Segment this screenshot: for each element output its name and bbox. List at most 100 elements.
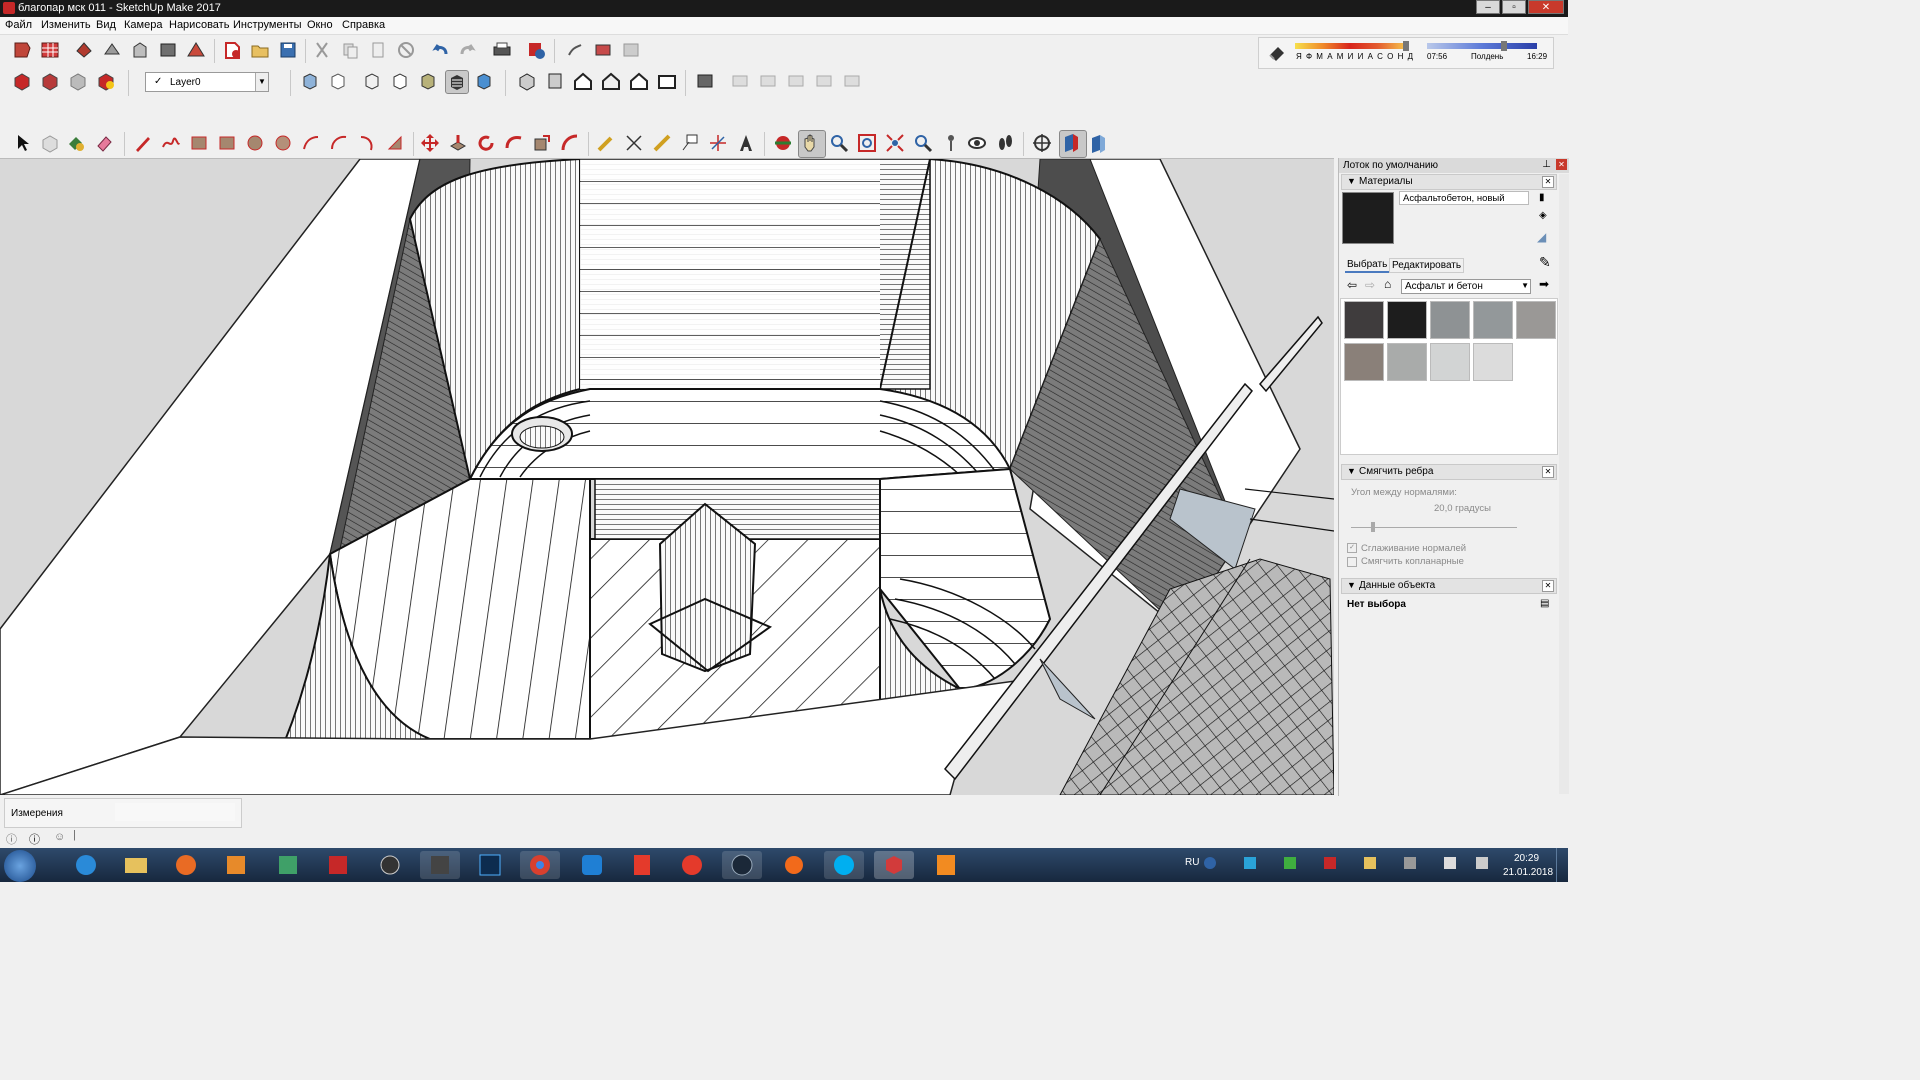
text-icon[interactable] (679, 132, 701, 154)
follow-me-tool-icon[interactable] (503, 132, 525, 154)
push-pull-icon[interactable] (101, 39, 123, 61)
menu-tools[interactable]: Инструменты (233, 19, 302, 31)
month-slider-track[interactable] (1295, 43, 1405, 49)
section-plane-tool-icon[interactable] (1031, 132, 1053, 154)
tab-select[interactable]: Выбрать (1345, 258, 1390, 273)
position-camera-icon[interactable] (940, 132, 962, 154)
soften-close-icon[interactable]: ✕ (1542, 466, 1554, 478)
soften-coplanar-checkbox[interactable] (1347, 557, 1357, 567)
chevron-down-icon[interactable]: ▼ (255, 73, 268, 91)
home-icon[interactable]: ⌂ (1384, 277, 1391, 291)
freehand-icon[interactable] (160, 132, 182, 154)
eraser-icon[interactable] (93, 132, 115, 154)
close-button[interactable]: ✕ (1528, 0, 1564, 14)
forward-arrow-icon[interactable]: ⇨ (1365, 278, 1375, 292)
acrobat-icon[interactable] (318, 851, 358, 879)
hidden-line-icon[interactable] (389, 70, 411, 92)
entity-info-section-header[interactable]: ▼ Данные объекта ✕ (1341, 578, 1557, 594)
make-component-icon[interactable] (39, 39, 61, 61)
pie-icon[interactable] (384, 132, 406, 154)
material-library-dropdown[interactable]: Асфальт и бетон ▼ (1401, 279, 1531, 294)
material-swatch[interactable] (1387, 301, 1427, 339)
geo-location-icon[interactable]: ⓘ (6, 831, 17, 847)
material-swatch[interactable] (1344, 343, 1384, 381)
shaded-textures-icon[interactable] (445, 70, 469, 94)
volume-icon[interactable] (1476, 857, 1488, 869)
offset-icon[interactable] (157, 39, 179, 61)
material-swatch[interactable] (1430, 301, 1470, 339)
tray-scrollbar[interactable] (1559, 174, 1569, 794)
paint-icon[interactable] (65, 132, 87, 154)
origin-icon[interactable] (774, 851, 814, 879)
eyedropper-icon[interactable]: ✎ (1539, 254, 1551, 271)
paint-bucket-icon[interactable] (73, 39, 95, 61)
section-plane-icon[interactable] (694, 70, 716, 92)
sign-in-icon[interactable]: ☺ (54, 831, 65, 843)
copy-icon[interactable] (339, 39, 361, 61)
right-view-icon[interactable] (600, 70, 622, 92)
maximize-button[interactable]: ▫ (1502, 0, 1526, 14)
layer-dropdown[interactable]: ✓ Layer0 ▼ (145, 72, 269, 92)
paste-icon[interactable] (367, 39, 389, 61)
zoom-window-icon[interactable] (856, 132, 878, 154)
file-explorer-icon[interactable] (116, 851, 156, 879)
pencil-icon[interactable] (132, 132, 154, 154)
monochrome-icon[interactable] (473, 70, 495, 92)
clock-time[interactable]: 20:29 (1514, 853, 1539, 864)
getting-started-icon[interactable] (11, 39, 33, 61)
menu-view[interactable]: Вид (96, 19, 116, 31)
materials-close-icon[interactable]: ✕ (1542, 176, 1554, 188)
dimension-icon[interactable] (623, 132, 645, 154)
display-section-planes-icon[interactable] (1059, 130, 1087, 158)
two-point-arc-icon[interactable] (328, 132, 350, 154)
angle-slider-track[interactable] (1351, 527, 1517, 528)
pan-icon[interactable] (798, 130, 826, 158)
minimize-button[interactable]: – (1476, 0, 1500, 14)
app-g-icon[interactable] (370, 851, 410, 879)
menu-help[interactable]: Справка (342, 19, 385, 31)
sample-paint-icon[interactable]: ◢ (1537, 230, 1546, 244)
firefox-icon[interactable] (166, 851, 206, 879)
back-view-icon[interactable] (628, 70, 650, 92)
warehouse-icon[interactable] (564, 39, 586, 61)
tray-close-icon[interactable]: ✕ (1556, 159, 1567, 170)
three-point-arc-icon[interactable] (356, 132, 378, 154)
material-swatch[interactable] (1473, 301, 1513, 339)
polygon-icon[interactable] (272, 132, 294, 154)
zoom-extents-icon[interactable] (884, 132, 906, 154)
protractor-icon[interactable] (651, 132, 673, 154)
material-swatch[interactable] (1516, 301, 1556, 339)
autocad-icon[interactable] (268, 851, 308, 879)
material-swatch[interactable] (1344, 301, 1384, 339)
select-icon[interactable] (11, 132, 33, 154)
orbit-icon[interactable] (772, 132, 794, 154)
back-arrow-icon[interactable]: ⇦ (1347, 278, 1357, 292)
menu-file[interactable]: Файл (5, 19, 32, 31)
sketchup-task-icon[interactable] (874, 851, 914, 879)
media-player-icon[interactable] (216, 851, 256, 879)
clock-date[interactable]: 21.01.2018 (1503, 867, 1553, 878)
open-file-icon[interactable] (249, 39, 271, 61)
smooth-normals-checkbox[interactable]: ✓ (1347, 543, 1357, 553)
help-icon[interactable] (1204, 857, 1216, 869)
tray-app-icon[interactable] (1364, 857, 1376, 869)
materials-section-header[interactable]: ▼ Материалы ✕ (1341, 174, 1557, 190)
walk-icon[interactable] (994, 132, 1016, 154)
network-icon[interactable] (1404, 857, 1416, 869)
iso-view-icon[interactable] (516, 70, 538, 92)
push-pull-tool-icon[interactable] (447, 132, 469, 154)
time-slider-thumb[interactable] (1501, 41, 1507, 51)
shaded-icon[interactable] (417, 70, 439, 92)
scale-icon[interactable] (531, 132, 553, 154)
measurements-input[interactable] (115, 803, 235, 821)
soften-edges-section-header[interactable]: ▼ Смягчить ребра ✕ (1341, 464, 1557, 480)
time-slider-track[interactable] (1427, 43, 1537, 49)
solid-trim-icon[interactable] (785, 70, 807, 92)
new-file-icon[interactable] (221, 39, 243, 61)
zoom-icon[interactable] (828, 132, 850, 154)
erase-icon[interactable] (395, 39, 417, 61)
tray-app-icon[interactable] (1324, 857, 1336, 869)
save-icon[interactable] (277, 39, 299, 61)
internet-explorer-icon[interactable] (66, 851, 106, 879)
component-options-icon[interactable] (39, 70, 61, 92)
